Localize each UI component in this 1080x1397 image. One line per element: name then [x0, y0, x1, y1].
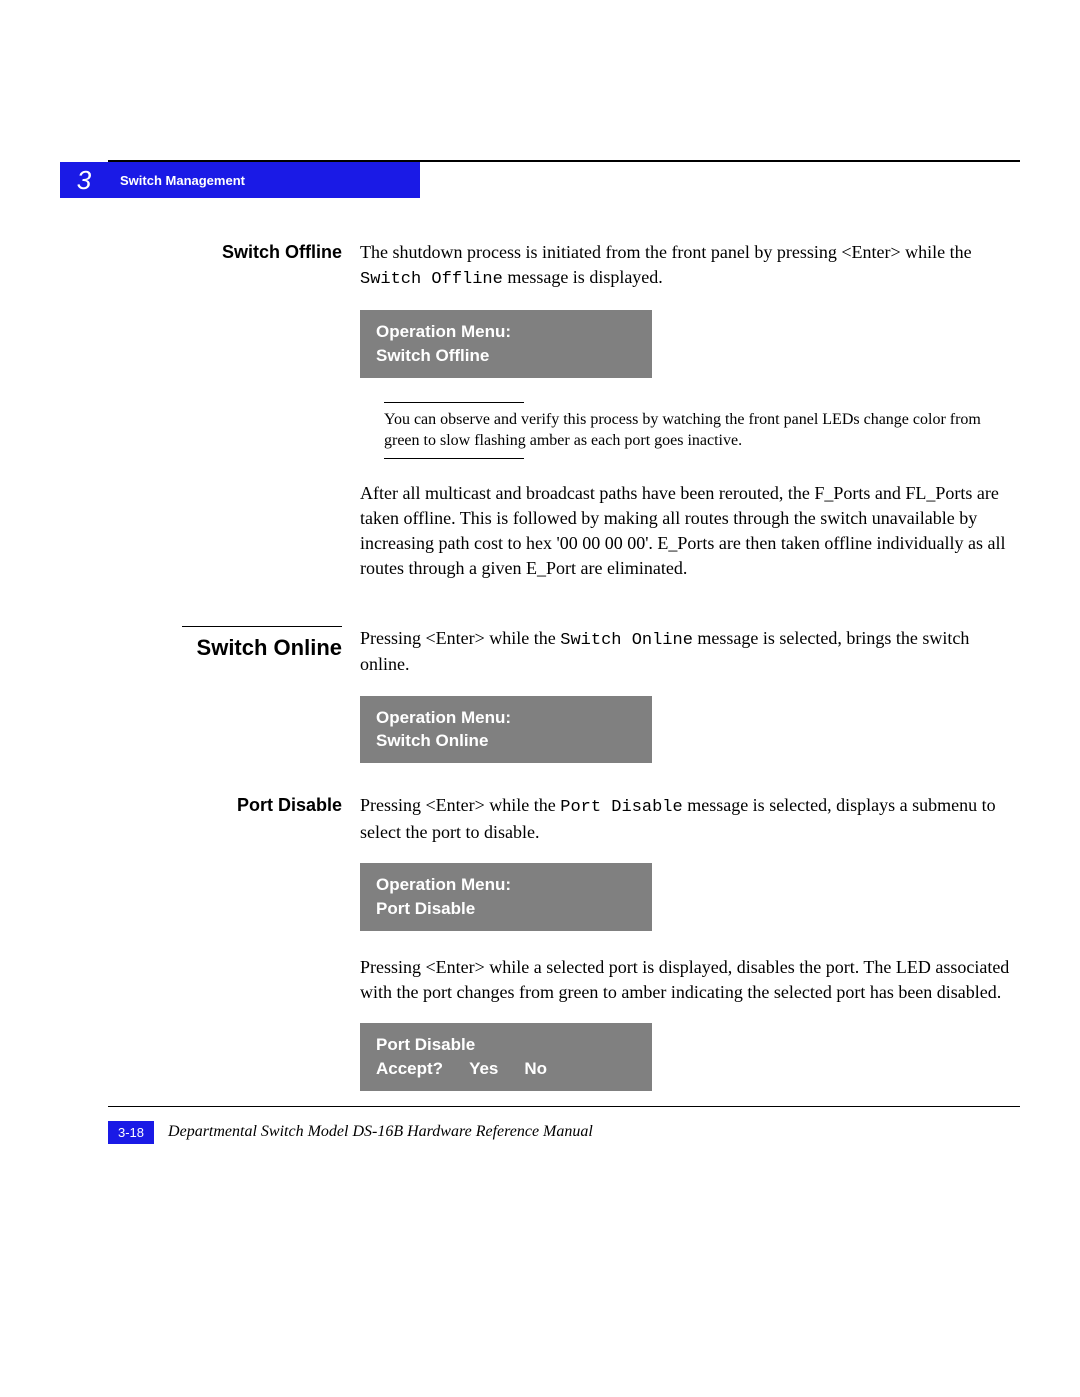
switch-offline-para1: The shutdown process is initiated from t…	[360, 240, 1020, 292]
label-text: Switch Online	[197, 635, 342, 660]
page-footer: 3-18 Departmental Switch Model DS-16B Ha…	[108, 1106, 1020, 1147]
mono-text: Switch Offline	[360, 270, 503, 289]
accept-label: Accept?	[376, 1057, 443, 1081]
side-rule	[182, 626, 342, 627]
text: Pressing <Enter> while the	[360, 628, 560, 648]
menu-port-disable-2: Port Disable Accept? Yes No	[360, 1023, 652, 1091]
section-switch-offline: Switch Offline The shutdown process is i…	[108, 240, 1020, 600]
port-disable-para1: Pressing <Enter> while the Port Disable …	[360, 793, 1020, 845]
mono-text: Port Disable	[560, 798, 682, 817]
section-switch-online: Switch Online Pressing <Enter> while the…	[108, 626, 1020, 788]
side-label-switch-offline: Switch Offline	[108, 240, 360, 600]
menu-accept-row: Accept? Yes No	[376, 1057, 636, 1081]
mono-text: Switch Online	[560, 631, 693, 650]
note-text: You can observe and verify this process …	[384, 409, 1020, 452]
note-block: You can observe and verify this process …	[384, 402, 1020, 459]
text: The shutdown process is initiated from t…	[360, 242, 972, 262]
accept-yes: Yes	[469, 1057, 498, 1081]
note-rule	[384, 402, 524, 403]
menu-port-disable-1: Operation Menu: Port Disable	[360, 863, 652, 931]
chapter-tab: 3 Switch Management	[60, 162, 1020, 198]
footer-title: Departmental Switch Model DS-16B Hardwar…	[168, 1123, 593, 1141]
accept-no: No	[524, 1057, 547, 1081]
menu-line: Switch Offline	[376, 344, 636, 368]
page-number: 3-18	[108, 1121, 154, 1144]
menu-line: Port Disable	[376, 1033, 636, 1057]
body-switch-offline: The shutdown process is initiated from t…	[360, 240, 1020, 600]
switch-offline-para2: After all multicast and broadcast paths …	[360, 481, 1020, 582]
note-rule	[384, 458, 524, 459]
page: 3 Switch Management Switch Offline The s…	[60, 160, 1020, 1141]
content-area: Switch Offline The shutdown process is i…	[108, 198, 1020, 1115]
text: message is displayed.	[503, 267, 663, 287]
side-label-port-disable: Port Disable	[108, 793, 360, 1115]
menu-line: Switch Online	[376, 729, 636, 753]
menu-line: Operation Menu:	[376, 873, 636, 897]
port-disable-para2: Pressing <Enter> while a selected port i…	[360, 955, 1020, 1005]
side-label-switch-online: Switch Online	[108, 626, 360, 788]
switch-online-para1: Pressing <Enter> while the Switch Online…	[360, 626, 1020, 678]
menu-line: Port Disable	[376, 897, 636, 921]
body-switch-online: Pressing <Enter> while the Switch Online…	[360, 626, 1020, 788]
menu-line: Operation Menu:	[376, 320, 636, 344]
menu-switch-offline: Operation Menu: Switch Offline	[360, 310, 652, 378]
text: Pressing <Enter> while the	[360, 795, 560, 815]
menu-line: Operation Menu:	[376, 706, 636, 730]
chapter-number: 3	[60, 162, 108, 198]
body-port-disable: Pressing <Enter> while the Port Disable …	[360, 793, 1020, 1115]
chapter-title: Switch Management	[108, 162, 420, 198]
section-port-disable: Port Disable Pressing <Enter> while the …	[108, 793, 1020, 1115]
menu-switch-online: Operation Menu: Switch Online	[360, 696, 652, 764]
